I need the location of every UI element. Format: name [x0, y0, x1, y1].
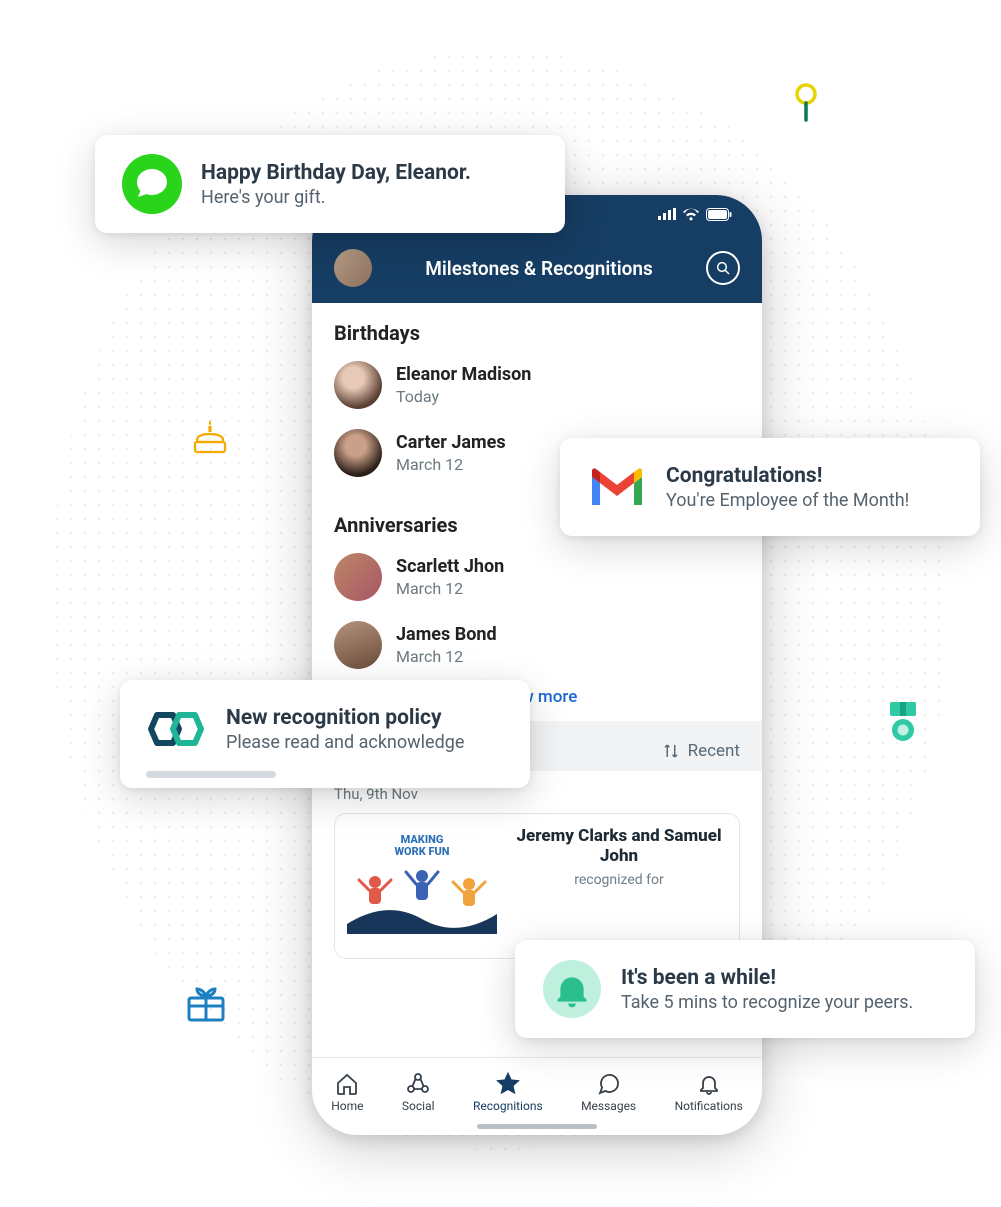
person-date: March 12 [396, 455, 506, 474]
notification-reminder[interactable]: It's been a while! Take 5 mins to recogn… [515, 940, 975, 1038]
tab-messages[interactable]: Messages [581, 1072, 636, 1113]
avatar [334, 553, 382, 601]
cake-icon [193, 418, 227, 454]
person-date: Today [396, 387, 531, 406]
tab-bar: Home Social Recognitions Messages Notifi… [312, 1057, 762, 1135]
notification-gmail[interactable]: Congratulations! You're Employee of the … [560, 438, 980, 536]
pin-icon [792, 82, 820, 122]
person-date: March 12 [396, 579, 504, 598]
gmail-icon [586, 456, 648, 518]
person-name: Carter James [396, 432, 506, 453]
anniversary-item[interactable]: James Bond March 12 [312, 615, 762, 683]
gift-icon [185, 982, 227, 1024]
tab-notifications[interactable]: Notifications [675, 1072, 743, 1113]
person-name: Eleanor Madison [396, 364, 531, 385]
bell-icon [697, 1072, 721, 1096]
tab-recognitions[interactable]: Recognitions [473, 1072, 543, 1113]
person-name: James Bond [396, 624, 497, 645]
progress-indicator [146, 771, 276, 778]
recognition-title: Jeremy Clarks and Samuel John [511, 826, 727, 866]
medal-icon [886, 700, 920, 744]
notification-title: New recognition policy [226, 706, 464, 730]
app-header: Milestones & Recognitions [312, 233, 762, 303]
avatar [334, 429, 382, 477]
battery-icon [706, 208, 732, 221]
home-icon [335, 1072, 359, 1096]
page-title: Milestones & Recognitions [372, 257, 706, 280]
sort-label: Recent [688, 741, 740, 761]
profile-avatar[interactable] [334, 249, 372, 287]
hexagon-icon [146, 698, 208, 760]
signal-icon [658, 208, 676, 220]
avatar [334, 621, 382, 669]
avatar [334, 361, 382, 409]
notification-title: It's been a while! [621, 966, 913, 990]
birthdays-heading: Birthdays [312, 303, 762, 355]
recognition-illustration: MAKINGWORK FUN [347, 826, 497, 946]
social-icon [406, 1072, 430, 1096]
person-name: Scarlett Jhon [396, 556, 504, 577]
bell-round-icon [541, 958, 603, 1020]
anniversary-item[interactable]: Scarlett Jhon March 12 [312, 547, 762, 615]
person-date: March 12 [396, 647, 497, 666]
messages-icon [597, 1072, 621, 1096]
birthday-item[interactable]: Eleanor Madison Today [312, 355, 762, 423]
notification-sms[interactable]: Happy Birthday Day, Eleanor. Here's your… [95, 135, 565, 233]
search-icon [715, 260, 731, 276]
chat-bubble-icon [121, 153, 183, 215]
notification-body: Here's your gift. [201, 187, 471, 208]
home-indicator [477, 1124, 597, 1129]
notification-title: Congratulations! [666, 464, 909, 488]
notification-body: Take 5 mins to recognize your peers. [621, 992, 913, 1013]
recognition-card[interactable]: MAKINGWORK FUN Jerem [334, 813, 740, 959]
tab-social[interactable]: Social [402, 1072, 435, 1113]
notification-title: Happy Birthday Day, Eleanor. [201, 161, 471, 185]
recognition-subtitle: recognized for [511, 872, 727, 888]
search-button[interactable] [706, 251, 740, 285]
wifi-icon [682, 208, 700, 221]
notification-body: You're Employee of the Month! [666, 490, 909, 511]
sort-icon [662, 742, 680, 760]
notification-policy[interactable]: New recognition policy Please read and a… [120, 680, 530, 788]
notification-body: Please read and acknowledge [226, 732, 464, 753]
star-icon [496, 1072, 520, 1096]
tab-home[interactable]: Home [331, 1072, 363, 1113]
